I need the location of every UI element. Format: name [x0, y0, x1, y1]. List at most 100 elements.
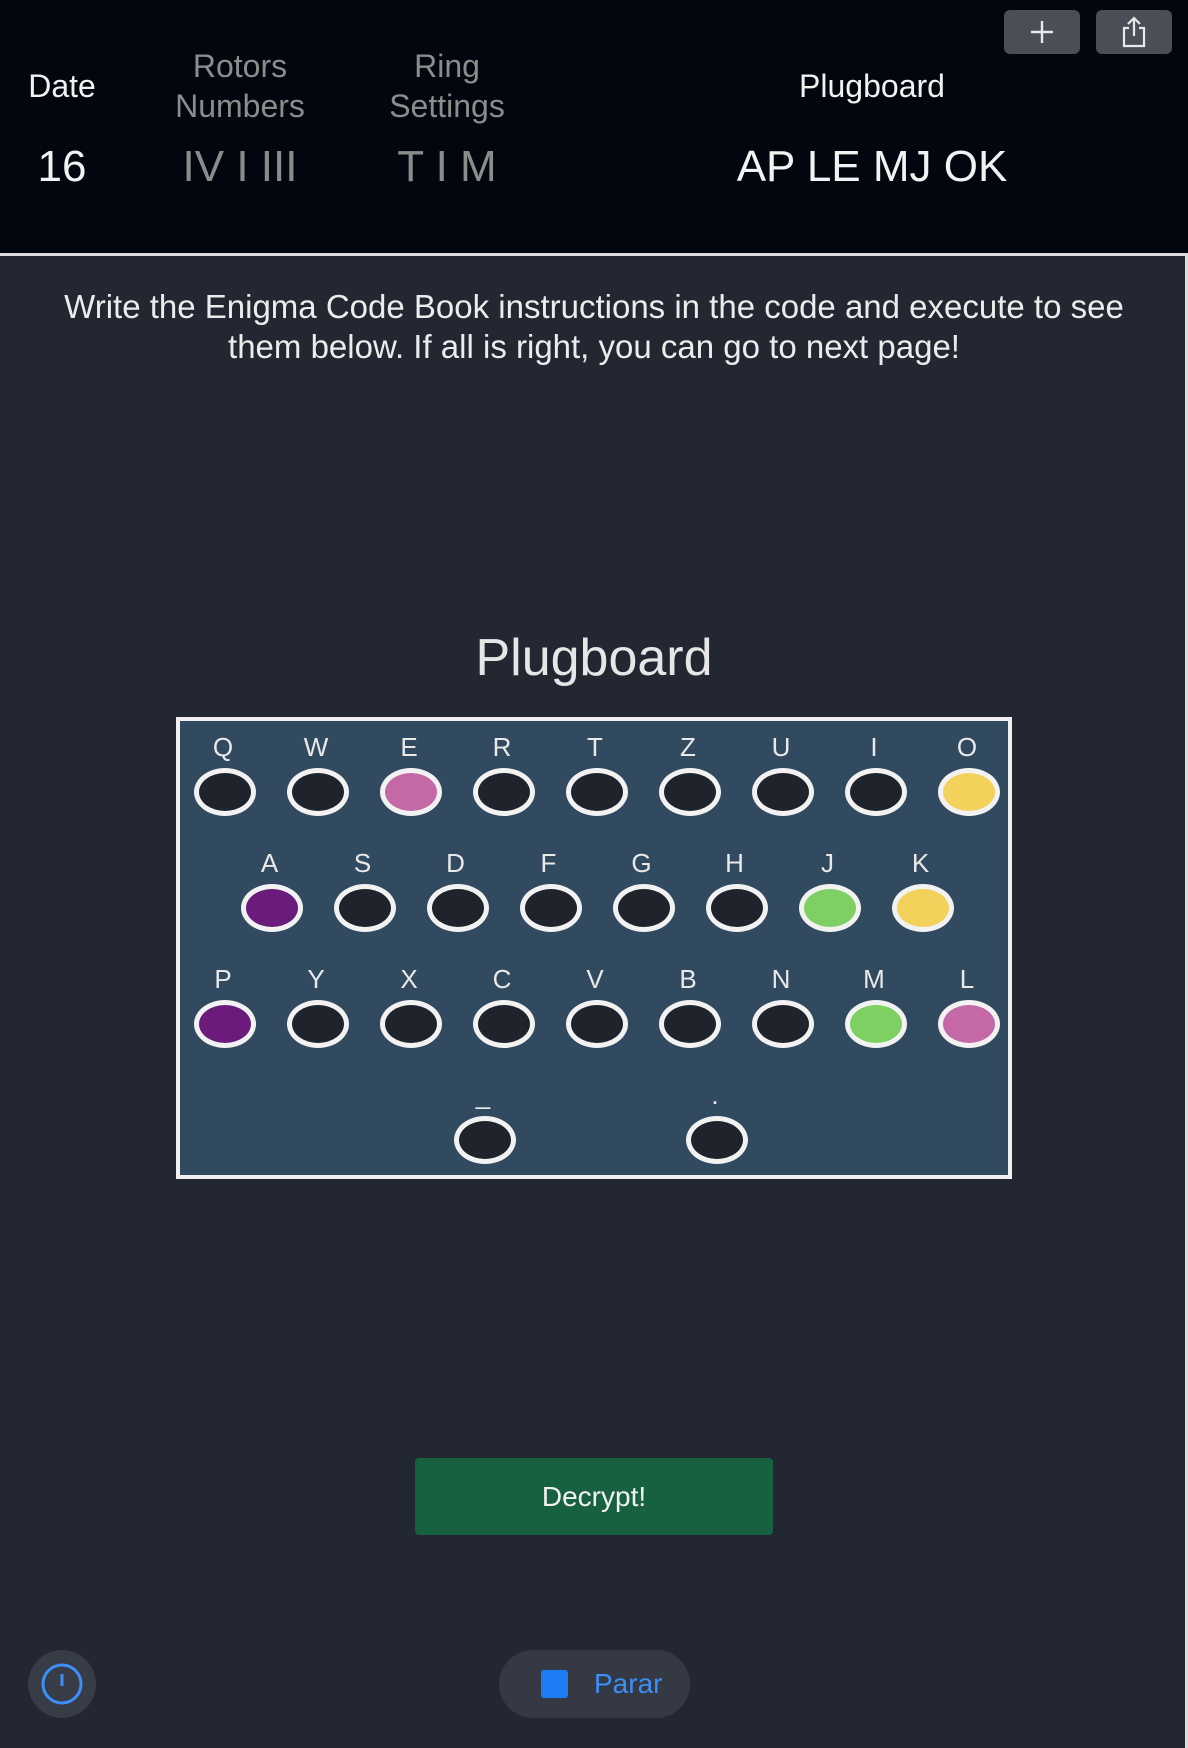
- plug-socket: [938, 1000, 1000, 1048]
- stop-button[interactable]: Parar: [499, 1650, 690, 1718]
- plug-key-j[interactable]: J: [796, 848, 861, 932]
- plug-key-x[interactable]: X: [377, 964, 442, 1048]
- date-label: Date: [28, 68, 96, 104]
- rotors-label: Rotors Numbers: [160, 46, 320, 126]
- gauge-button[interactable]: [28, 1650, 96, 1718]
- plug-socket: [845, 768, 907, 816]
- plug-key-label: .: [711, 1080, 719, 1110]
- plug-key-s[interactable]: S: [331, 849, 396, 932]
- plug-socket: [686, 1116, 748, 1164]
- rotors-value: IV I III: [182, 142, 298, 191]
- plug-key-r[interactable]: R: [470, 733, 535, 816]
- plug-key-label: G: [631, 848, 652, 878]
- plug-socket: [798, 884, 861, 932]
- plug-socket: [426, 884, 489, 932]
- plug-socket: [473, 1000, 535, 1048]
- plug-key-label: _: [475, 1080, 491, 1110]
- plug-key-c[interactable]: C: [470, 964, 535, 1048]
- plug-key-label: L: [959, 964, 975, 994]
- plug-key-t[interactable]: T: [563, 732, 628, 816]
- share-icon: [1122, 16, 1146, 48]
- ring-label-line1: Ring: [414, 48, 480, 84]
- plug-key-label: A: [260, 848, 279, 878]
- plus-icon: [1031, 21, 1053, 43]
- plug-key-label: X: [400, 964, 418, 994]
- plug-key-f[interactable]: F: [517, 848, 582, 932]
- ring-label-line2: Settings: [389, 88, 505, 124]
- plug-key-e[interactable]: E: [377, 732, 442, 816]
- plug-key-i[interactable]: I: [842, 732, 907, 816]
- plug-key-y[interactable]: Y: [284, 964, 349, 1048]
- plug-socket: [659, 768, 721, 816]
- plug-socket: [287, 1000, 349, 1048]
- share-button[interactable]: [1096, 10, 1172, 54]
- plug-key-u[interactable]: U: [749, 732, 814, 816]
- ring-settings-value: T I M: [397, 142, 497, 191]
- plug-socket: [752, 1000, 814, 1048]
- plug-key-g[interactable]: G: [610, 848, 675, 932]
- plug-key-label: P: [214, 964, 232, 994]
- plug-key-period[interactable]: .: [683, 1080, 748, 1164]
- plug-socket: [380, 768, 442, 816]
- plug-key-label: T: [587, 732, 603, 762]
- plug-socket: [473, 768, 535, 816]
- plug-key-label: N: [771, 964, 791, 994]
- plug-key-z[interactable]: Z: [656, 732, 721, 816]
- plug-key-m[interactable]: M: [842, 964, 907, 1048]
- plug-socket: [519, 884, 582, 932]
- plug-socket: [380, 1000, 442, 1048]
- plug-key-label: C: [492, 964, 512, 994]
- plug-socket: [333, 884, 396, 932]
- plug-socket: [659, 1000, 721, 1048]
- plug-key-label: F: [540, 848, 557, 878]
- gauge-icon: [41, 1663, 83, 1705]
- plug-key-v[interactable]: V: [563, 964, 628, 1048]
- decrypt-button[interactable]: Decrypt!: [415, 1458, 773, 1535]
- plug-socket: [705, 884, 768, 932]
- plug-key-label: E: [400, 732, 418, 762]
- rotors-label-line1: Rotors: [192, 48, 288, 84]
- plug-key-label: M: [863, 964, 885, 994]
- plug-key-label: Y: [307, 964, 325, 994]
- plug-key-underscore[interactable]: _: [451, 1080, 516, 1164]
- plug-key-a[interactable]: A: [238, 848, 303, 932]
- plugboard-title: Plugboard: [475, 629, 713, 687]
- plug-key-label: U: [771, 732, 791, 762]
- plug-key-label: J: [821, 848, 834, 878]
- plug-key-q[interactable]: Q: [191, 732, 256, 816]
- plug-socket: [845, 1000, 907, 1048]
- plug-key-h[interactable]: H: [703, 848, 768, 932]
- plug-key-n[interactable]: N: [749, 964, 814, 1048]
- plug-key-d[interactable]: D: [424, 848, 489, 932]
- date-value: 16: [37, 142, 87, 191]
- plug-key-o[interactable]: O: [935, 732, 1000, 816]
- plug-key-p[interactable]: P: [191, 964, 256, 1048]
- plug-key-label: Q: [212, 732, 234, 762]
- plug-key-label: V: [586, 964, 604, 994]
- plug-key-label: Z: [680, 732, 696, 762]
- plug-key-label: O: [956, 732, 978, 762]
- plug-key-label: H: [725, 848, 744, 878]
- plug-socket: [612, 884, 675, 932]
- plug-socket: [891, 884, 954, 932]
- instructions-text: Write the Enigma Code Book instructions …: [64, 288, 1124, 365]
- plug-socket: [566, 1000, 628, 1048]
- add-button[interactable]: [1004, 10, 1080, 54]
- plug-key-label: K: [911, 848, 930, 878]
- stop-label: Parar: [594, 1668, 663, 1699]
- plug-key-l[interactable]: L: [935, 964, 1000, 1048]
- plug-key-w[interactable]: W: [284, 732, 349, 816]
- plug-key-b[interactable]: B: [656, 965, 721, 1048]
- plug-key-label: D: [446, 848, 465, 878]
- plug-key-label: I: [870, 732, 878, 762]
- ring-settings-label: Ring Settings: [367, 46, 527, 126]
- plug-socket: [194, 1000, 256, 1048]
- plug-socket: [454, 1116, 516, 1164]
- plugboard-panel: Q W E R T Z U I O A S D F G H J K P Y X C V B N M L _.: [176, 717, 1012, 1179]
- plug-key-label: W: [303, 732, 329, 762]
- plug-socket: [938, 768, 1000, 816]
- stop-icon: [541, 1670, 568, 1698]
- plug-socket: [240, 884, 303, 932]
- plug-socket: [752, 768, 814, 816]
- plug-key-k[interactable]: K: [889, 848, 954, 932]
